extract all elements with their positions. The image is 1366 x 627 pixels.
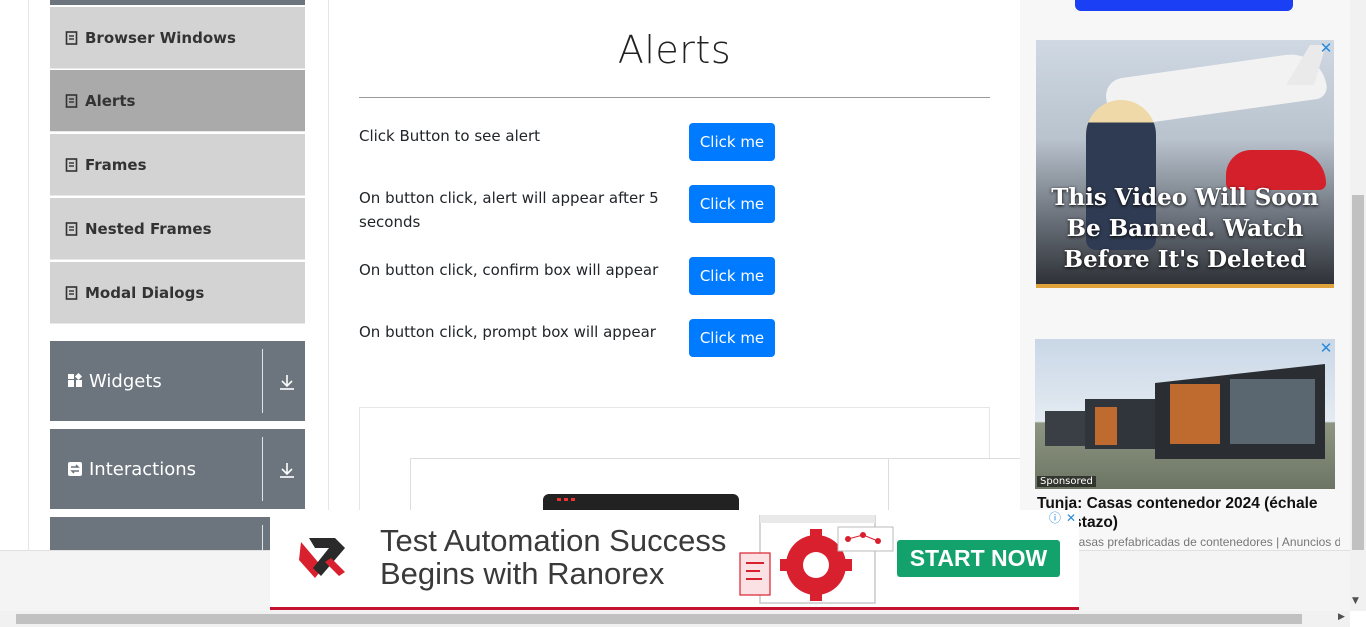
ad-video-caption: This Video Will Soon Be Banned. Watch Be…	[1051, 184, 1319, 273]
alert-description: Click Button to see alert	[359, 127, 541, 145]
banner-line-2: Begins with Ranorex	[380, 556, 665, 591]
sidebar-item-alerts[interactable]: Alerts	[50, 70, 305, 132]
swap-icon	[67, 461, 83, 477]
ranorex-logo-icon	[295, 532, 351, 588]
timer-alert-button[interactable]: Click me	[689, 185, 775, 223]
title-divider	[359, 97, 990, 98]
confirm-description: On button click, confirm box will appear	[359, 261, 659, 279]
close-icon[interactable]: ✕	[1063, 510, 1079, 526]
grid-icon	[67, 372, 83, 389]
sidebar-item-label: Nested Frames	[85, 219, 212, 238]
close-icon[interactable]: ✕	[1319, 41, 1333, 56]
ad-source[interactable]: Casas prefabricadas de contenedores | An…	[1070, 535, 1340, 549]
sponsored-badge: Sponsored	[1037, 476, 1096, 487]
confirm-button[interactable]: Click me	[689, 257, 775, 295]
ad-top-button[interactable]	[1075, 0, 1293, 11]
document-icon	[65, 93, 78, 108]
group-label: Widgets	[89, 370, 162, 392]
download-arrow-icon[interactable]	[278, 461, 296, 479]
sidebar-item-modal-dialogs[interactable]: Modal Dialogs	[50, 262, 305, 324]
page: Browser Windows Alerts Frames Nested Fra…	[0, 0, 1366, 627]
scroll-down-arrow-icon[interactable]: ▼	[1352, 596, 1359, 606]
sidebar-group-header	[50, 0, 305, 5]
group-divider	[262, 349, 263, 413]
document-icon	[65, 285, 78, 300]
close-icon[interactable]: ✕	[1319, 341, 1333, 356]
sidebar-item-label: Frames	[85, 155, 147, 174]
sidebar-item-label: Alerts	[85, 91, 136, 110]
timer-alert-description: On button click, alert will appear after…	[359, 189, 659, 231]
sidebar-item-frames[interactable]: Frames	[50, 134, 305, 196]
alert-button[interactable]: Click me	[689, 123, 775, 161]
ad-headline[interactable]: Tunja: Casas contenedor 2024 (échale un …	[1037, 494, 1332, 532]
prompt-button[interactable]: Click me	[689, 319, 775, 357]
banner-ad-controls: ⓘ ✕	[1047, 510, 1079, 526]
vertical-scrollbar-thumb[interactable]	[1352, 195, 1364, 550]
start-now-button[interactable]: START NOW	[897, 540, 1060, 577]
document-icon	[65, 30, 78, 45]
prompt-description: On button click, prompt box will appear	[359, 323, 656, 341]
page-title: Alerts	[617, 28, 732, 72]
group-label: Interactions	[89, 458, 197, 480]
ad-video-thumbnail[interactable]: This Video Will Soon Be Banned. Watch Be…	[1036, 40, 1334, 288]
download-arrow-icon[interactable]	[278, 373, 296, 391]
bottom-ad-banner[interactable]: Test Automation Success Begins with Rano…	[270, 510, 1079, 610]
sidebar-group-interactions[interactable]: Interactions	[50, 429, 305, 509]
sidebar-group-widgets[interactable]: Widgets	[50, 341, 305, 421]
sidebar-item-label: Browser Windows	[85, 28, 236, 47]
left-border	[28, 0, 29, 550]
banner-headline: Test Automation Success Begins with Rano…	[380, 524, 726, 590]
gear-illustration-icon	[738, 514, 908, 607]
content-border	[328, 0, 329, 550]
document-icon	[65, 157, 78, 172]
horizontal-scrollbar-thumb[interactable]	[16, 614, 1302, 624]
ad-house-image[interactable]	[1035, 339, 1335, 489]
ad-video-progress	[1036, 284, 1334, 288]
sidebar-item-label: Modal Dialogs	[85, 283, 205, 302]
banner-line-1: Test Automation Success	[380, 523, 727, 558]
document-icon	[65, 221, 78, 236]
scroll-right-arrow-icon[interactable]: ▶	[1338, 612, 1345, 622]
sidebar-item-browser-windows[interactable]: Browser Windows	[50, 7, 305, 69]
sidebar-item-nested-frames[interactable]: Nested Frames	[50, 198, 305, 260]
info-icon[interactable]: ⓘ	[1047, 510, 1063, 526]
group-divider	[262, 437, 263, 501]
